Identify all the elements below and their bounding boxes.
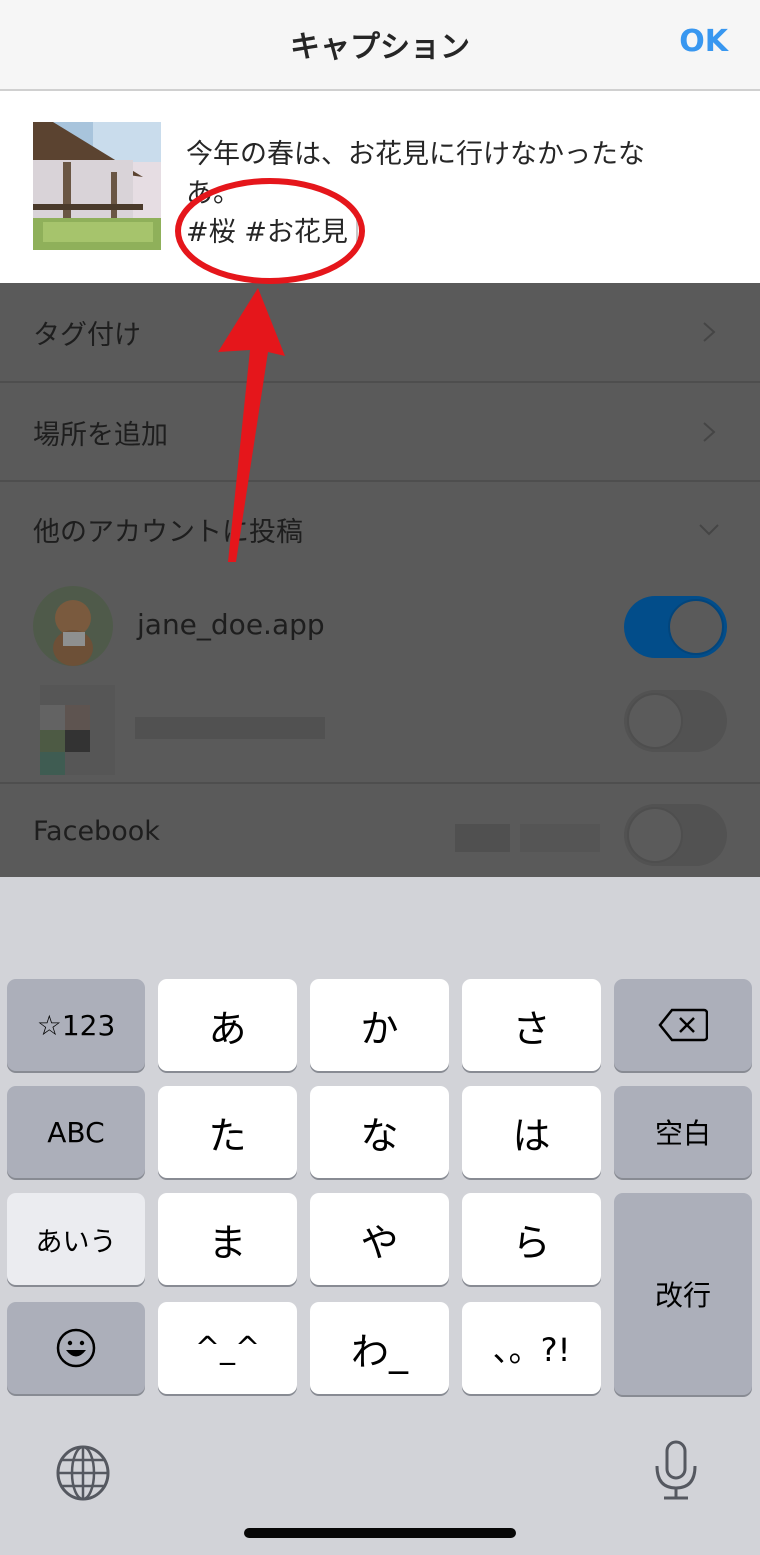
delete-icon: [658, 1008, 708, 1042]
account-toggle-off[interactable]: [624, 690, 727, 752]
highlight-circle: [175, 178, 365, 284]
home-indicator: [244, 1528, 516, 1538]
key-ya[interactable]: や: [310, 1193, 449, 1285]
account-name: jane_doe.app: [137, 608, 325, 641]
emoji-icon: [56, 1328, 96, 1368]
key-kaomoji[interactable]: ^_^: [158, 1302, 297, 1394]
key-ha[interactable]: は: [462, 1086, 601, 1178]
key-delete[interactable]: [614, 979, 752, 1071]
key-space[interactable]: 空白: [614, 1086, 752, 1178]
key-kana-mode[interactable]: あいう: [7, 1193, 145, 1285]
annotation-overlay: [175, 178, 365, 562]
key-ka[interactable]: か: [310, 979, 449, 1071]
microphone-icon[interactable]: [652, 1440, 700, 1502]
blurred-facebook-account: [520, 824, 600, 852]
blurred-account-name: [135, 717, 325, 739]
account-toggle-on[interactable]: [624, 596, 727, 658]
key-symbols[interactable]: ☆123: [7, 979, 145, 1071]
facebook-label: Facebook: [33, 816, 160, 847]
key-abc[interactable]: ABC: [7, 1086, 145, 1178]
blurred-facebook-account: [455, 824, 510, 852]
key-ra[interactable]: ら: [462, 1193, 601, 1285]
key-emoji[interactable]: [7, 1302, 145, 1394]
annotation-arrow: [218, 288, 285, 562]
key-sa[interactable]: さ: [462, 979, 601, 1071]
key-wa[interactable]: わ_: [310, 1302, 449, 1394]
key-return[interactable]: 改行: [614, 1193, 752, 1395]
key-ma[interactable]: ま: [158, 1193, 297, 1285]
blurred-avatar: [40, 685, 115, 775]
key-na[interactable]: な: [310, 1086, 449, 1178]
key-ta[interactable]: た: [158, 1086, 297, 1178]
key-a[interactable]: あ: [158, 979, 297, 1071]
key-punctuation[interactable]: 、。?!: [462, 1302, 601, 1394]
facebook-toggle[interactable]: [624, 804, 727, 866]
facebook-row: Facebook: [0, 784, 760, 877]
globe-icon[interactable]: [56, 1445, 110, 1501]
